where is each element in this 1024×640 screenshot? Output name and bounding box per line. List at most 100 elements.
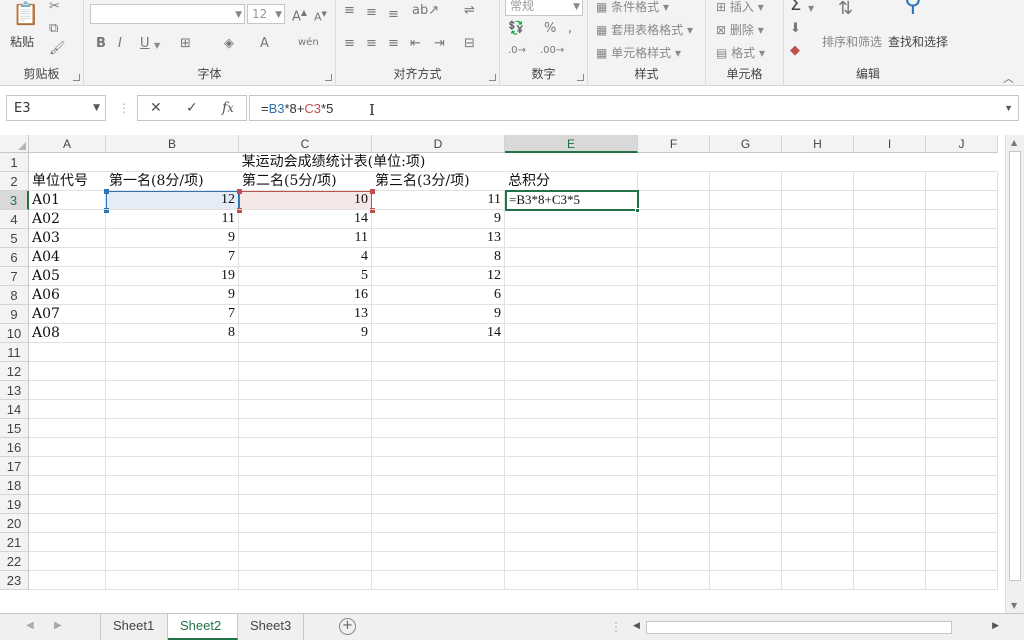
data-cell-c7[interactable]: 5: [239, 267, 372, 286]
cell-h21[interactable]: [782, 533, 854, 552]
data-cell-a5[interactable]: A03: [29, 229, 106, 248]
cell-j9[interactable]: [926, 305, 998, 324]
tab-sheet1[interactable]: Sheet1: [100, 614, 168, 640]
row-header-5[interactable]: 5: [0, 229, 29, 248]
cell-j20[interactable]: [926, 514, 998, 533]
cell-i23[interactable]: [854, 571, 926, 590]
row-header-22[interactable]: 22: [0, 552, 29, 571]
cell-f1[interactable]: [638, 153, 710, 172]
vertical-scroll-thumb[interactable]: [1009, 151, 1021, 581]
data-cell-d3[interactable]: 11: [372, 191, 505, 210]
cell-h5[interactable]: [782, 229, 854, 248]
orientation-icon[interactable]: ab↗: [412, 4, 439, 18]
scroll-down-icon[interactable]: ▼: [1011, 601, 1017, 610]
data-cell-a4[interactable]: A02: [29, 210, 106, 229]
vertical-scrollbar[interactable]: ▲ ▼: [1005, 135, 1024, 613]
cell-j8[interactable]: [926, 286, 998, 305]
cell-g4[interactable]: [710, 210, 782, 229]
cell-h8[interactable]: [782, 286, 854, 305]
cell-b12[interactable]: [106, 362, 239, 381]
data-cell-c9[interactable]: 13: [239, 305, 372, 324]
cell-d21[interactable]: [372, 533, 505, 552]
cell-e18[interactable]: [505, 476, 638, 495]
cell-d22[interactable]: [372, 552, 505, 571]
cell-e20[interactable]: [505, 514, 638, 533]
chevron-down-icon[interactable]: ▼: [808, 2, 814, 16]
conditional-format-button[interactable]: ▦ 条件格式 ▾: [596, 0, 669, 14]
accounting-icon[interactable]: 💱: [508, 22, 524, 36]
align-top-icon[interactable]: ≡: [344, 4, 355, 18]
grow-font-icon[interactable]: A▲: [292, 6, 307, 24]
copy-icon[interactable]: ⧉: [49, 22, 58, 36]
column-header-f[interactable]: F: [638, 135, 710, 153]
row-header-3[interactable]: 3: [0, 191, 29, 210]
cell-g2[interactable]: [710, 172, 782, 191]
cell-f8[interactable]: [638, 286, 710, 305]
tab-sheet2[interactable]: Sheet2: [168, 614, 238, 640]
font-name-combo[interactable]: ▼: [90, 4, 245, 24]
column-header-e[interactable]: E: [505, 135, 638, 153]
cell-f14[interactable]: [638, 400, 710, 419]
cell-h13[interactable]: [782, 381, 854, 400]
cell-g6[interactable]: [710, 248, 782, 267]
cell-i4[interactable]: [854, 210, 926, 229]
cell-c22[interactable]: [239, 552, 372, 571]
row-header-20[interactable]: 20: [0, 514, 29, 533]
find-select-button[interactable]: 查找和选择: [888, 33, 948, 50]
cell-j19[interactable]: [926, 495, 998, 514]
cell-b17[interactable]: [106, 457, 239, 476]
cell-h14[interactable]: [782, 400, 854, 419]
increase-indent-icon[interactable]: ⇥: [434, 37, 445, 51]
cell-i19[interactable]: [854, 495, 926, 514]
cell-j15[interactable]: [926, 419, 998, 438]
cell-b14[interactable]: [106, 400, 239, 419]
cell-b11[interactable]: [106, 343, 239, 362]
cell-e19[interactable]: [505, 495, 638, 514]
chevron-down-icon[interactable]: ▼: [93, 103, 100, 113]
cell-h16[interactable]: [782, 438, 854, 457]
cell-e15[interactable]: [505, 419, 638, 438]
cell-c14[interactable]: [239, 400, 372, 419]
horizontal-scroll-thumb[interactable]: [646, 621, 952, 634]
tab-prev-icon[interactable]: ◀: [26, 620, 34, 631]
format-button[interactable]: ▤ 格式 ▾: [716, 46, 765, 60]
data-cell-d7[interactable]: 12: [372, 267, 505, 286]
decrease-decimal-icon[interactable]: .00→: [540, 44, 564, 58]
cell-j14[interactable]: [926, 400, 998, 419]
cell-g19[interactable]: [710, 495, 782, 514]
collapse-ribbon-icon[interactable]: ︿: [1003, 70, 1014, 86]
header-cell-e[interactable]: 总积分: [505, 172, 553, 191]
cell-e11[interactable]: [505, 343, 638, 362]
column-header-g[interactable]: G: [710, 135, 782, 153]
cell-i11[interactable]: [854, 343, 926, 362]
cell-d17[interactable]: [372, 457, 505, 476]
cell-c13[interactable]: [239, 381, 372, 400]
cell-d18[interactable]: [372, 476, 505, 495]
cell-h4[interactable]: [782, 210, 854, 229]
data-cell-c4[interactable]: 14: [239, 210, 372, 229]
sort-filter-button[interactable]: 排序和筛选: [822, 33, 882, 50]
cell-j13[interactable]: [926, 381, 998, 400]
header-cell-a[interactable]: 单位代号: [29, 172, 91, 191]
cell-e4[interactable]: [505, 210, 638, 229]
paste-icon[interactable]: 📋: [12, 2, 39, 28]
cell-d19[interactable]: [372, 495, 505, 514]
cell-d15[interactable]: [372, 419, 505, 438]
scroll-left-icon[interactable]: ◀: [633, 621, 640, 631]
cell-j21[interactable]: [926, 533, 998, 552]
cell-h7[interactable]: [782, 267, 854, 286]
search-icon[interactable]: ⚲: [904, 0, 922, 15]
data-cell-c3[interactable]: 10: [239, 191, 372, 210]
row-header-13[interactable]: 13: [0, 381, 29, 400]
cell-j6[interactable]: [926, 248, 998, 267]
cell-e16[interactable]: [505, 438, 638, 457]
row-header-7[interactable]: 7: [0, 267, 29, 286]
cell-j3[interactable]: [926, 191, 998, 210]
data-cell-d10[interactable]: 14: [372, 324, 505, 343]
cell-g23[interactable]: [710, 571, 782, 590]
cell-j22[interactable]: [926, 552, 998, 571]
add-sheet-icon[interactable]: +: [339, 618, 356, 635]
cell-a17[interactable]: [29, 457, 106, 476]
cell-g15[interactable]: [710, 419, 782, 438]
fill-handle[interactable]: [635, 208, 640, 213]
